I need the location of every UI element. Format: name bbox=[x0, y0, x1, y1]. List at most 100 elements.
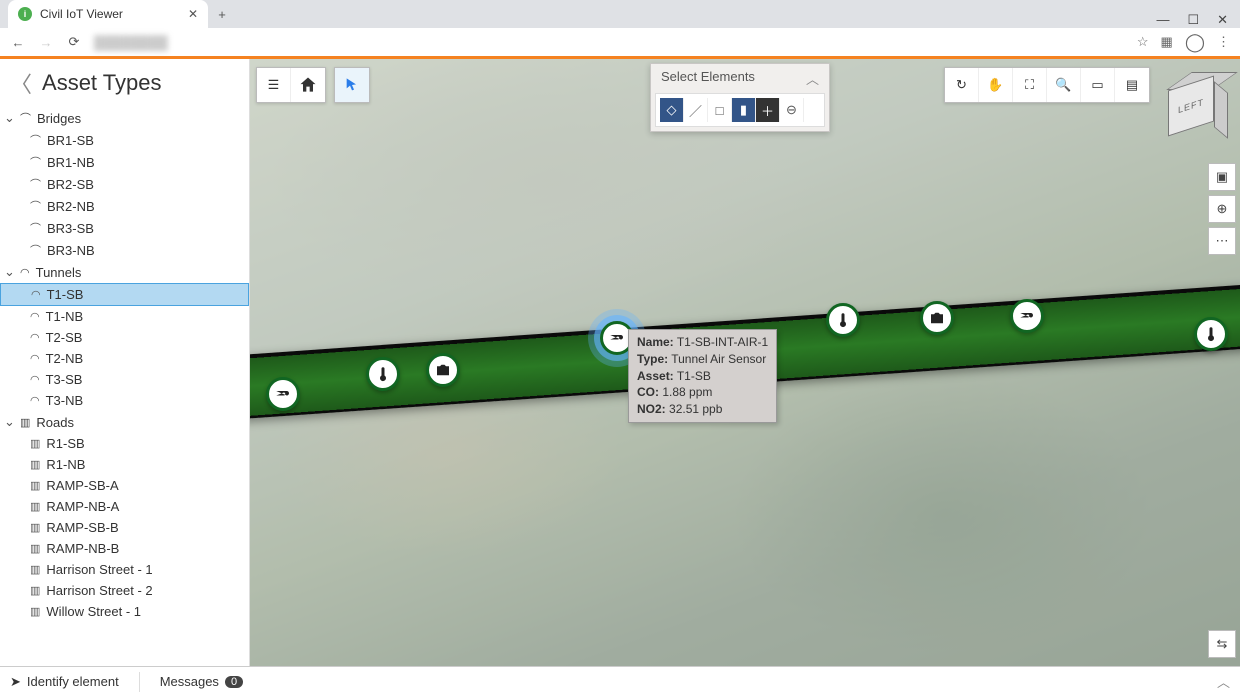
sidebar-back-icon[interactable]: 〈 bbox=[10, 67, 32, 99]
profile-icon[interactable]: ◯ bbox=[1185, 32, 1205, 53]
bridge-icon: ⌒ bbox=[30, 198, 41, 214]
popup-co-value: 1.88 ppm bbox=[662, 385, 712, 399]
tree-item[interactable]: ⌒BR3-SB bbox=[0, 217, 249, 239]
sensor-air-marker[interactable] bbox=[1010, 299, 1044, 333]
select-box-button[interactable]: □ bbox=[708, 98, 732, 122]
star-icon[interactable]: ☆ bbox=[1137, 34, 1149, 50]
popup-name-value: T1-SB-INT-AIR-1 bbox=[677, 335, 768, 349]
sensor-camera-marker[interactable] bbox=[426, 353, 460, 387]
close-tab-icon[interactable]: ✕ bbox=[188, 7, 198, 21]
tree-item[interactable]: ▥R1-SB bbox=[0, 433, 249, 454]
status-messages[interactable]: Messages 0 bbox=[160, 674, 243, 689]
tree-item-label: RAMP-NB-A bbox=[46, 499, 119, 514]
tree-group-bridges[interactable]: ⌄ ⌒ Bridges bbox=[0, 107, 249, 129]
toggle-sidebar-button[interactable]: ☰ bbox=[257, 68, 291, 102]
sensor-camera-marker[interactable] bbox=[920, 301, 954, 335]
sensor-temp-marker[interactable] bbox=[826, 303, 860, 337]
select-line-button[interactable]: ／ bbox=[684, 98, 708, 122]
layers-button[interactable]: ▣ bbox=[1208, 163, 1236, 191]
road-icon: ▥ bbox=[30, 521, 40, 534]
tree-item[interactable]: ⌒BR3-NB bbox=[0, 239, 249, 261]
select-mode-button[interactable]: ▮ bbox=[732, 98, 756, 122]
tree-item[interactable]: ◠T3-SB bbox=[0, 369, 249, 390]
tree-item[interactable]: ▥R1-NB bbox=[0, 454, 249, 475]
tree-item[interactable]: ⌒BR1-NB bbox=[0, 151, 249, 173]
tree-item[interactable]: ▥RAMP-SB-B bbox=[0, 517, 249, 538]
url-field[interactable]: ████████ bbox=[94, 35, 1125, 50]
tree-item[interactable]: ▥Harrison Street - 2 bbox=[0, 580, 249, 601]
tab-title: Civil IoT Viewer bbox=[40, 7, 123, 21]
tree-group-label: Bridges bbox=[37, 111, 81, 126]
select-add-button[interactable]: ＋ bbox=[756, 98, 780, 122]
close-window-button[interactable]: ✕ bbox=[1217, 12, 1228, 28]
rotate-tool-button[interactable]: ↻ bbox=[945, 68, 979, 102]
tree-item[interactable]: ⌒BR1-SB bbox=[0, 129, 249, 151]
sensor-info-popup: Name: T1-SB-INT-AIR-1 Type: Tunnel Air S… bbox=[628, 329, 777, 423]
tree-group-roads[interactable]: ⌄▥Roads bbox=[0, 411, 249, 433]
tree-item-label: Harrison Street - 1 bbox=[46, 562, 152, 577]
select-tool-button[interactable] bbox=[335, 68, 369, 102]
tree-item[interactable]: ▥RAMP-SB-A bbox=[0, 475, 249, 496]
caret-down-icon: ⌄ bbox=[4, 110, 14, 126]
home-view-button[interactable] bbox=[291, 68, 325, 102]
tunnel-icon: ◠ bbox=[30, 373, 40, 386]
saved-views-button[interactable]: ▤ bbox=[1115, 68, 1149, 102]
zoom-window-button[interactable]: 🔍 bbox=[1047, 68, 1081, 102]
caret-down-icon: ⌄ bbox=[4, 414, 14, 430]
extensions-icon[interactable]: ▦ bbox=[1161, 34, 1173, 50]
sensor-temp-marker[interactable] bbox=[366, 357, 400, 391]
tree-item[interactable]: ◠T1-SB bbox=[0, 283, 249, 306]
cube-right-face[interactable] bbox=[1214, 81, 1228, 139]
viewport-3d[interactable]: ☰ ↻ ✋ ⛶ 🔍 ▭ ▤ Select Elements ︿ bbox=[250, 59, 1240, 666]
tree-item[interactable]: ▥RAMP-NB-B bbox=[0, 538, 249, 559]
navigation-cube[interactable]: LEFT bbox=[1158, 65, 1230, 137]
maximize-button[interactable]: ☐ bbox=[1187, 12, 1199, 28]
tree-item[interactable]: ▥ RAMP-NB-A bbox=[0, 496, 249, 517]
more-options-button[interactable]: ⋯ bbox=[1208, 227, 1236, 255]
tree-group-label: Tunnels bbox=[36, 265, 82, 280]
pan-tool-button[interactable]: ✋ bbox=[979, 68, 1013, 102]
status-identify[interactable]: ➤ Identify element bbox=[10, 674, 119, 690]
camera-view-button[interactable]: ▭ bbox=[1081, 68, 1115, 102]
back-button[interactable]: ← bbox=[10, 35, 26, 50]
minimize-button[interactable]: — bbox=[1156, 12, 1169, 28]
bridge-icon: ⌒ bbox=[20, 110, 31, 126]
settings-toggle-button[interactable]: ⇆ bbox=[1208, 630, 1236, 658]
status-bar: ➤ Identify element Messages 0 ︿ bbox=[0, 666, 1240, 696]
select-subtract-button[interactable]: ⊖ bbox=[780, 98, 804, 122]
reload-button[interactable]: ⟳ bbox=[66, 34, 82, 50]
sidebar: 〈 Asset Types ⌄⌒Bridges⌒BR1-SB⌒BR1-NB⌒BR… bbox=[0, 59, 250, 666]
tree-item[interactable]: ◠T2-NB bbox=[0, 348, 249, 369]
popup-no2-label: NO2: bbox=[637, 402, 666, 416]
sidebar-header: 〈 Asset Types bbox=[0, 59, 249, 107]
road-icon: ▥ bbox=[30, 458, 40, 471]
message-count-badge: 0 bbox=[225, 676, 243, 688]
fit-view-button[interactable]: ⛶ bbox=[1013, 68, 1047, 102]
road-icon: ▥ bbox=[30, 500, 40, 513]
tree-item[interactable]: ▥Willow Street - 1 bbox=[0, 601, 249, 622]
sensor-temp-marker[interactable] bbox=[1194, 317, 1228, 351]
globe-button[interactable]: ⊕ bbox=[1208, 195, 1236, 223]
sensor-air-marker[interactable] bbox=[266, 377, 300, 411]
pointer-icon: ➤ bbox=[10, 674, 21, 690]
tree-item[interactable]: ⌒BR2-NB bbox=[0, 195, 249, 217]
status-chevron-icon[interactable]: ︿ bbox=[1217, 672, 1230, 691]
menu-icon[interactable]: ⋮ bbox=[1217, 34, 1230, 50]
tree-item-label: T2-NB bbox=[46, 351, 84, 366]
tab-bar: i Civil IoT Viewer ✕ + — ☐ ✕ bbox=[0, 0, 1240, 28]
tree-item[interactable]: ⌒BR2-SB bbox=[0, 173, 249, 195]
browser-tab[interactable]: i Civil IoT Viewer ✕ bbox=[8, 0, 208, 28]
tree-item[interactable]: ◠T1-NB bbox=[0, 306, 249, 327]
tree-item-label: T3-NB bbox=[46, 393, 84, 408]
tree-group-tunnels[interactable]: ⌄◠Tunnels bbox=[0, 261, 249, 283]
chevron-up-icon[interactable]: ︿ bbox=[806, 69, 819, 88]
forward-button[interactable]: → bbox=[38, 35, 54, 50]
new-tab-button[interactable]: + bbox=[208, 0, 236, 28]
select-panel-header[interactable]: Select Elements ︿ bbox=[651, 64, 829, 93]
tunnel-icon: ◠ bbox=[30, 310, 40, 323]
tree-item[interactable]: ◠T2-SB bbox=[0, 327, 249, 348]
tree-item[interactable]: ◠T3-NB bbox=[0, 390, 249, 411]
tunnel-icon: ◠ bbox=[30, 331, 40, 344]
tree-item[interactable]: ▥Harrison Street - 1 bbox=[0, 559, 249, 580]
select-single-button[interactable]: ◇ bbox=[660, 98, 684, 122]
